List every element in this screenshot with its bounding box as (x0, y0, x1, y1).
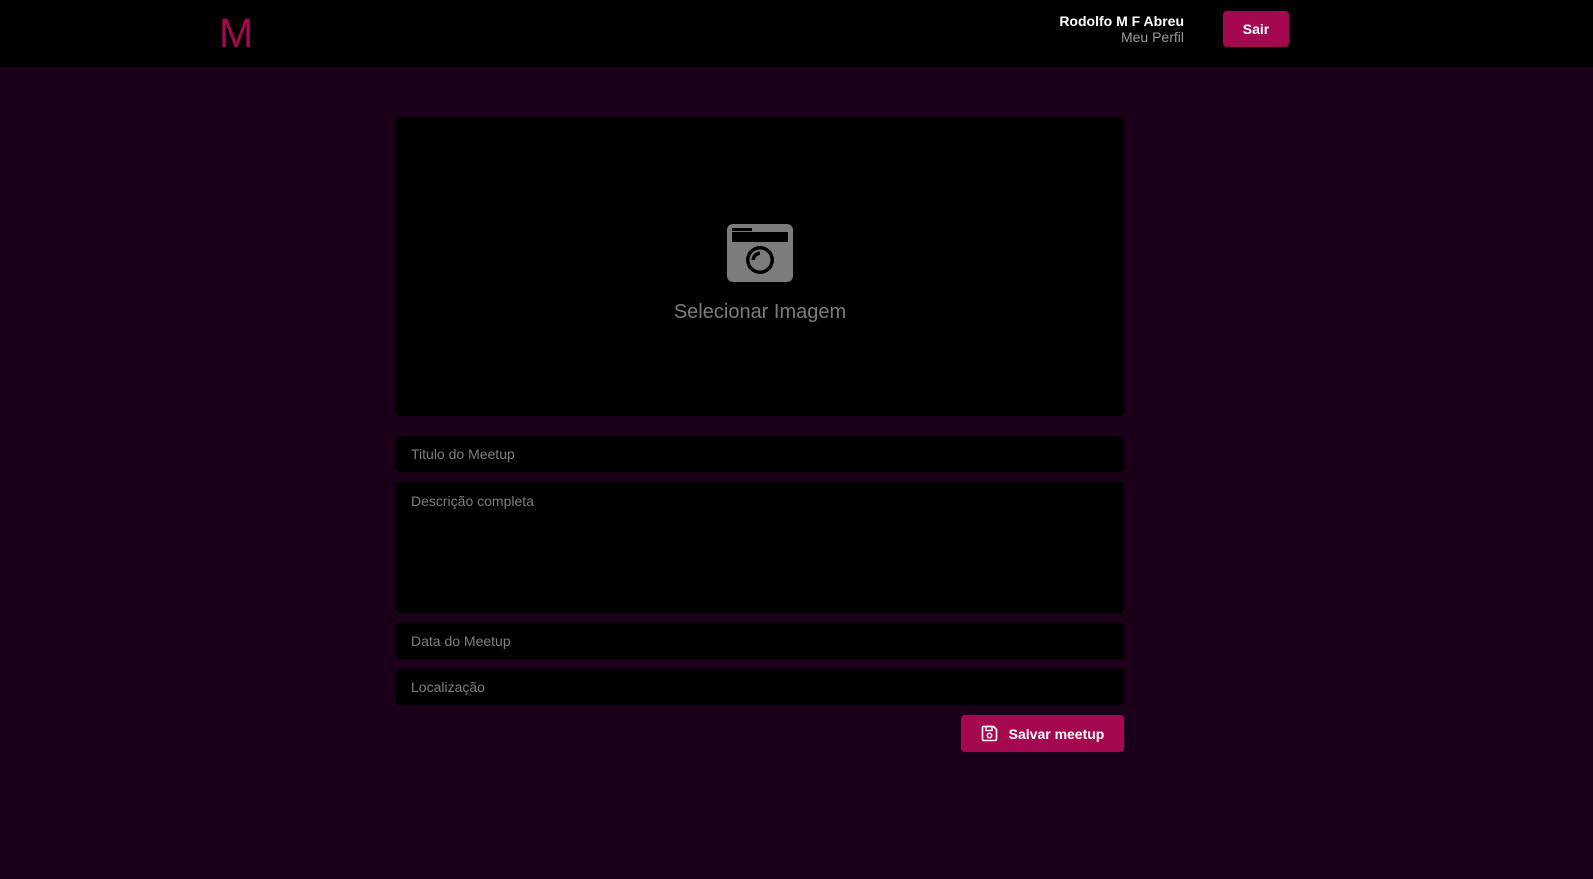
save-meetup-button[interactable]: Salvar meetup (961, 715, 1124, 752)
app-logo[interactable]: M (219, 9, 253, 57)
logout-button[interactable]: Sair (1223, 11, 1289, 47)
save-meetup-label: Salvar meetup (1008, 725, 1105, 742)
meetup-form: Selecionar Imagem Salvar meetup (396, 117, 1124, 752)
save-icon (981, 725, 997, 742)
camera-icon (727, 224, 793, 282)
image-picker-label: Selecionar Imagem (673, 301, 847, 323)
form-actions: Salvar meetup (396, 715, 1124, 752)
image-picker[interactable]: Selecionar Imagem (396, 117, 1124, 416)
location-input[interactable] (396, 669, 1124, 705)
date-input[interactable] (396, 623, 1124, 659)
user-name: Rodolfo M F Abreu (1059, 13, 1184, 29)
description-textarea[interactable] (396, 482, 1124, 613)
top-bar: M Rodolfo M F Abreu Meu Perfil Sair (0, 0, 1593, 67)
my-profile-link[interactable]: Meu Perfil (1059, 29, 1184, 45)
title-input[interactable] (396, 436, 1124, 472)
user-profile: Rodolfo M F Abreu Meu Perfil (1059, 13, 1184, 45)
